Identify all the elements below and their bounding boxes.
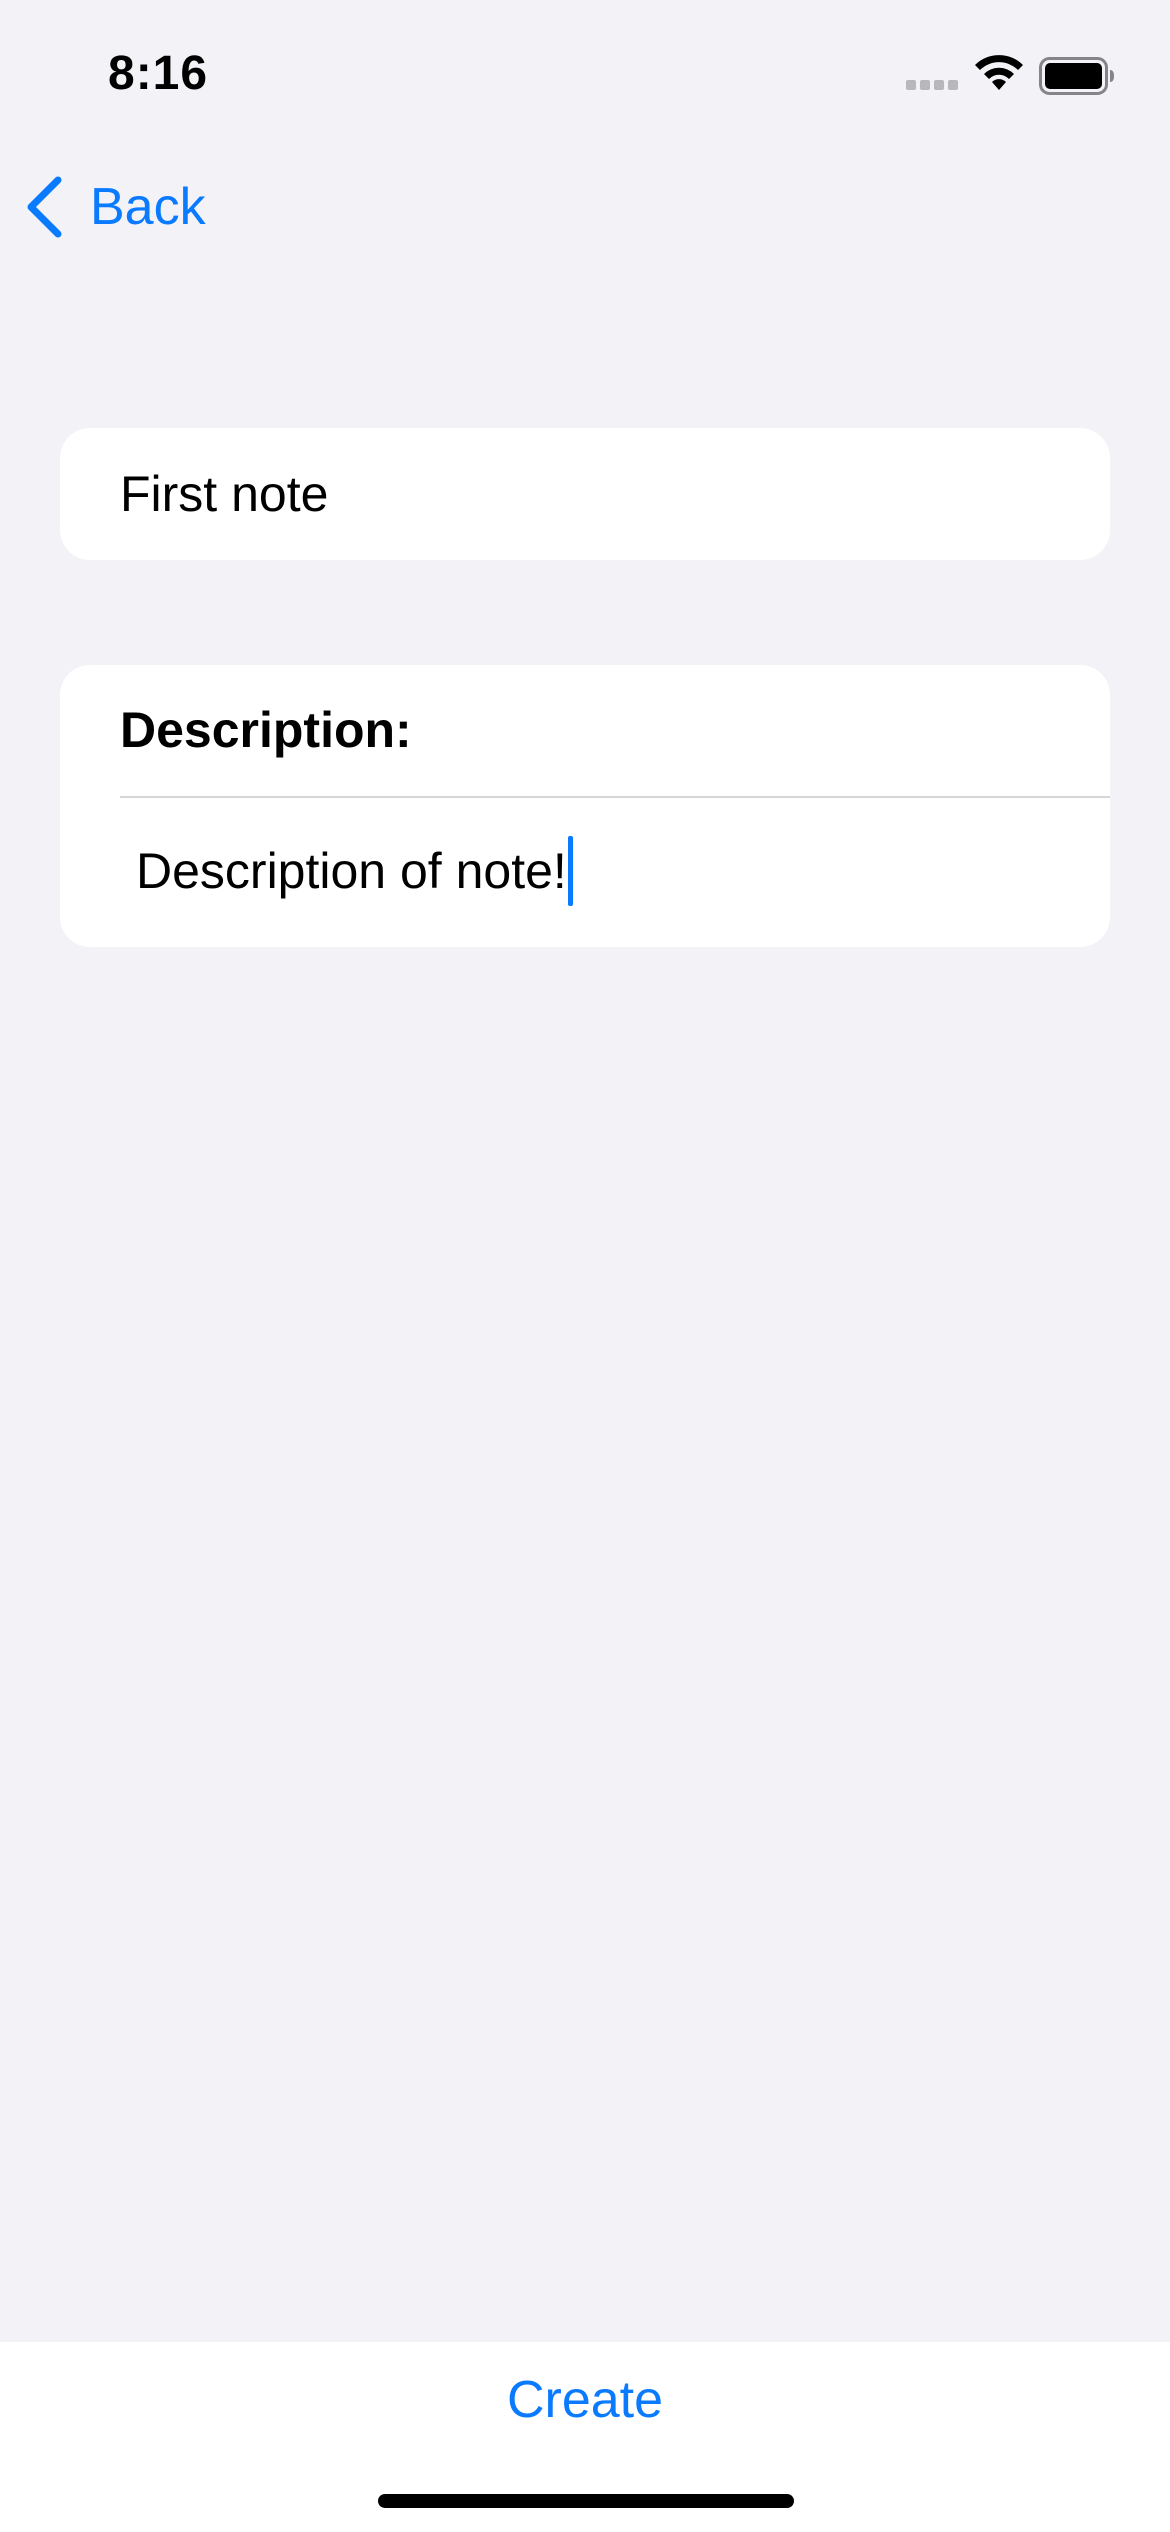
home-indicator[interactable] <box>378 2494 794 2508</box>
description-text: Description of note! <box>136 843 567 899</box>
description-header: Description: <box>120 702 412 758</box>
bottom-bar: Create <box>0 2342 1170 2532</box>
chevron-left-icon <box>27 176 62 238</box>
back-button[interactable]: Back <box>24 170 206 244</box>
battery-icon <box>1039 57 1114 95</box>
wifi-icon <box>975 55 1023 90</box>
title-card <box>60 428 1110 560</box>
description-text-editor[interactable]: Description of note! <box>136 831 1076 911</box>
cellular-signal-icon <box>906 80 962 92</box>
note-title-input[interactable] <box>120 456 1080 532</box>
create-button[interactable]: Create <box>0 2370 1170 2430</box>
text-cursor <box>567 836 573 906</box>
back-label: Back <box>90 178 206 236</box>
divider <box>120 796 1110 798</box>
description-card: Description: Description of note! <box>60 665 1110 947</box>
status-bar: 8:16 <box>0 0 1170 150</box>
status-time: 8:16 <box>108 47 209 100</box>
